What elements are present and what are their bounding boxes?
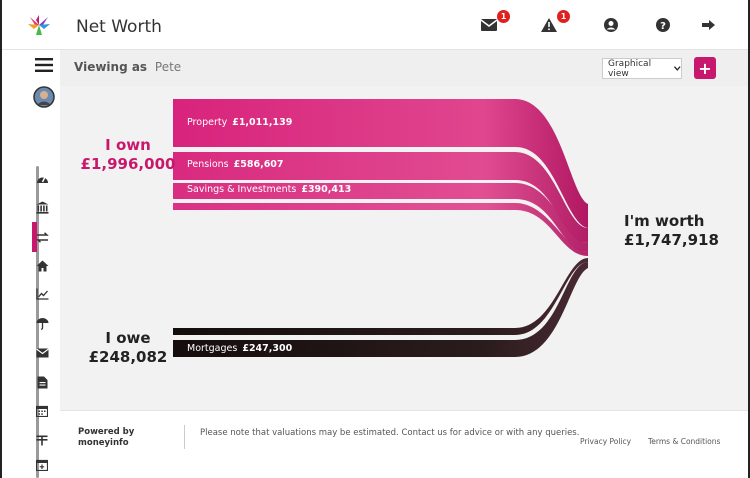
sidebar-item-dashboard[interactable] (28, 167, 56, 189)
page-title: Net Worth (76, 17, 162, 37)
sign-out-icon (702, 20, 715, 30)
sidebar (2, 50, 60, 478)
user-circle-icon (604, 18, 618, 32)
net-worth-value: £1,747,918 (624, 231, 719, 249)
privacy-policy-link[interactable]: Privacy Policy (580, 437, 631, 446)
i-owe-value: £248,082 (88, 348, 168, 366)
top-bar: Net Worth 1 1 ? (2, 0, 748, 50)
powered-by-label: Powered by (78, 427, 135, 437)
bank-icon (36, 201, 48, 214)
view-mode-select[interactable]: Graphical view (602, 58, 682, 79)
calendar-plus-icon (36, 459, 48, 471)
savings-name: Savings & Investments (187, 184, 297, 195)
mortgages-value: £247,300 (242, 343, 293, 354)
property-flow-label[interactable]: Property £1,011,139 (187, 117, 292, 128)
sidebar-item-currency[interactable] (28, 428, 56, 450)
view-toolbar: Viewing as Pete Graphical view + (60, 50, 748, 86)
exchange-arrows-icon (35, 231, 49, 243)
viewing-as-name: Pete (154, 60, 182, 74)
mortgages-name: Mortgages (187, 343, 238, 354)
flow-other-liability[interactable] (173, 258, 588, 335)
powered-by: Powered by moneyinfo (78, 427, 134, 449)
help-button[interactable]: ? (650, 12, 676, 38)
brand-logo[interactable] (26, 14, 52, 36)
messages-badge: 1 (497, 10, 510, 23)
i-owe-total: I owe £248,082 (76, 329, 180, 367)
footer: Powered by moneyinfo Please note that va… (60, 410, 748, 478)
alerts-badge: 1 (557, 10, 570, 23)
powered-by-brand: moneyinfo (78, 438, 129, 448)
alerts-button[interactable]: 1 (536, 10, 570, 38)
sidebar-item-protection[interactable] (28, 312, 56, 334)
svg-text:?: ? (660, 21, 666, 32)
line-chart-icon (35, 288, 48, 300)
net-worth-label: I'm worth (624, 212, 705, 230)
terms-link[interactable]: Terms & Conditions (648, 437, 720, 446)
profile-button[interactable] (598, 12, 624, 38)
footer-divider (184, 425, 185, 449)
savings-flow-label[interactable]: Savings & Investments £390,413 (187, 184, 351, 195)
i-own-label: I own (105, 136, 151, 154)
mortgages-flow-label[interactable]: Mortgages £247,300 (187, 343, 292, 354)
home-icon (36, 260, 48, 272)
pensions-value: £586,607 (233, 159, 284, 170)
currency-icon (36, 435, 48, 445)
net-worth-sankey: I own £1,996,000 I owe £248,082 I'm wort… (60, 86, 748, 410)
i-owe-label: I owe (105, 329, 151, 347)
calendar-icon (36, 405, 48, 417)
question-circle-icon: ? (656, 18, 670, 32)
sidebar-item-bank[interactable] (28, 196, 56, 218)
dashboard-gauge-icon (36, 176, 48, 183)
property-value: £1,011,139 (232, 117, 293, 128)
chevron-down-icon (674, 66, 681, 71)
messages-button[interactable]: 1 (476, 10, 510, 38)
add-item-button[interactable]: + (694, 57, 716, 79)
sidebar-item-home[interactable] (28, 255, 56, 277)
view-mode-value: Graphical view (608, 58, 652, 79)
warning-icon (541, 18, 557, 32)
flow-other-asset[interactable] (173, 203, 588, 256)
pensions-name: Pensions (187, 159, 229, 170)
envelope-icon (35, 348, 49, 358)
avatar-icon (33, 86, 55, 108)
sidebar-item-schedule[interactable] (28, 454, 56, 476)
sidebar-item-performance[interactable] (28, 283, 56, 305)
i-own-value: £1,996,000 (80, 155, 176, 173)
sidebar-item-calendar[interactable] (28, 400, 56, 422)
sidebar-item-messages[interactable] (28, 342, 56, 364)
document-icon (37, 376, 47, 388)
plus-icon: + (698, 58, 712, 78)
sidebar-item-net-worth[interactable] (28, 226, 56, 248)
savings-value: £390,413 (301, 184, 352, 195)
pensions-flow-label[interactable]: Pensions £586,607 (187, 159, 284, 170)
user-avatar[interactable] (30, 86, 58, 108)
umbrella-icon (36, 317, 48, 330)
envelope-icon (480, 19, 498, 31)
viewing-as: Viewing as Pete (74, 60, 181, 74)
viewing-as-label: Viewing as (74, 60, 148, 74)
i-own-total: I own £1,996,000 (76, 136, 180, 174)
sidebar-item-documents[interactable] (28, 371, 56, 393)
menu-toggle-button[interactable] (30, 54, 58, 76)
net-worth-total: I'm worth £1,747,918 (624, 212, 719, 250)
logout-button[interactable] (696, 12, 722, 38)
hamburger-icon (35, 58, 53, 72)
property-name: Property (187, 117, 228, 128)
valuation-disclaimer: Please note that valuations may be estim… (200, 428, 580, 438)
